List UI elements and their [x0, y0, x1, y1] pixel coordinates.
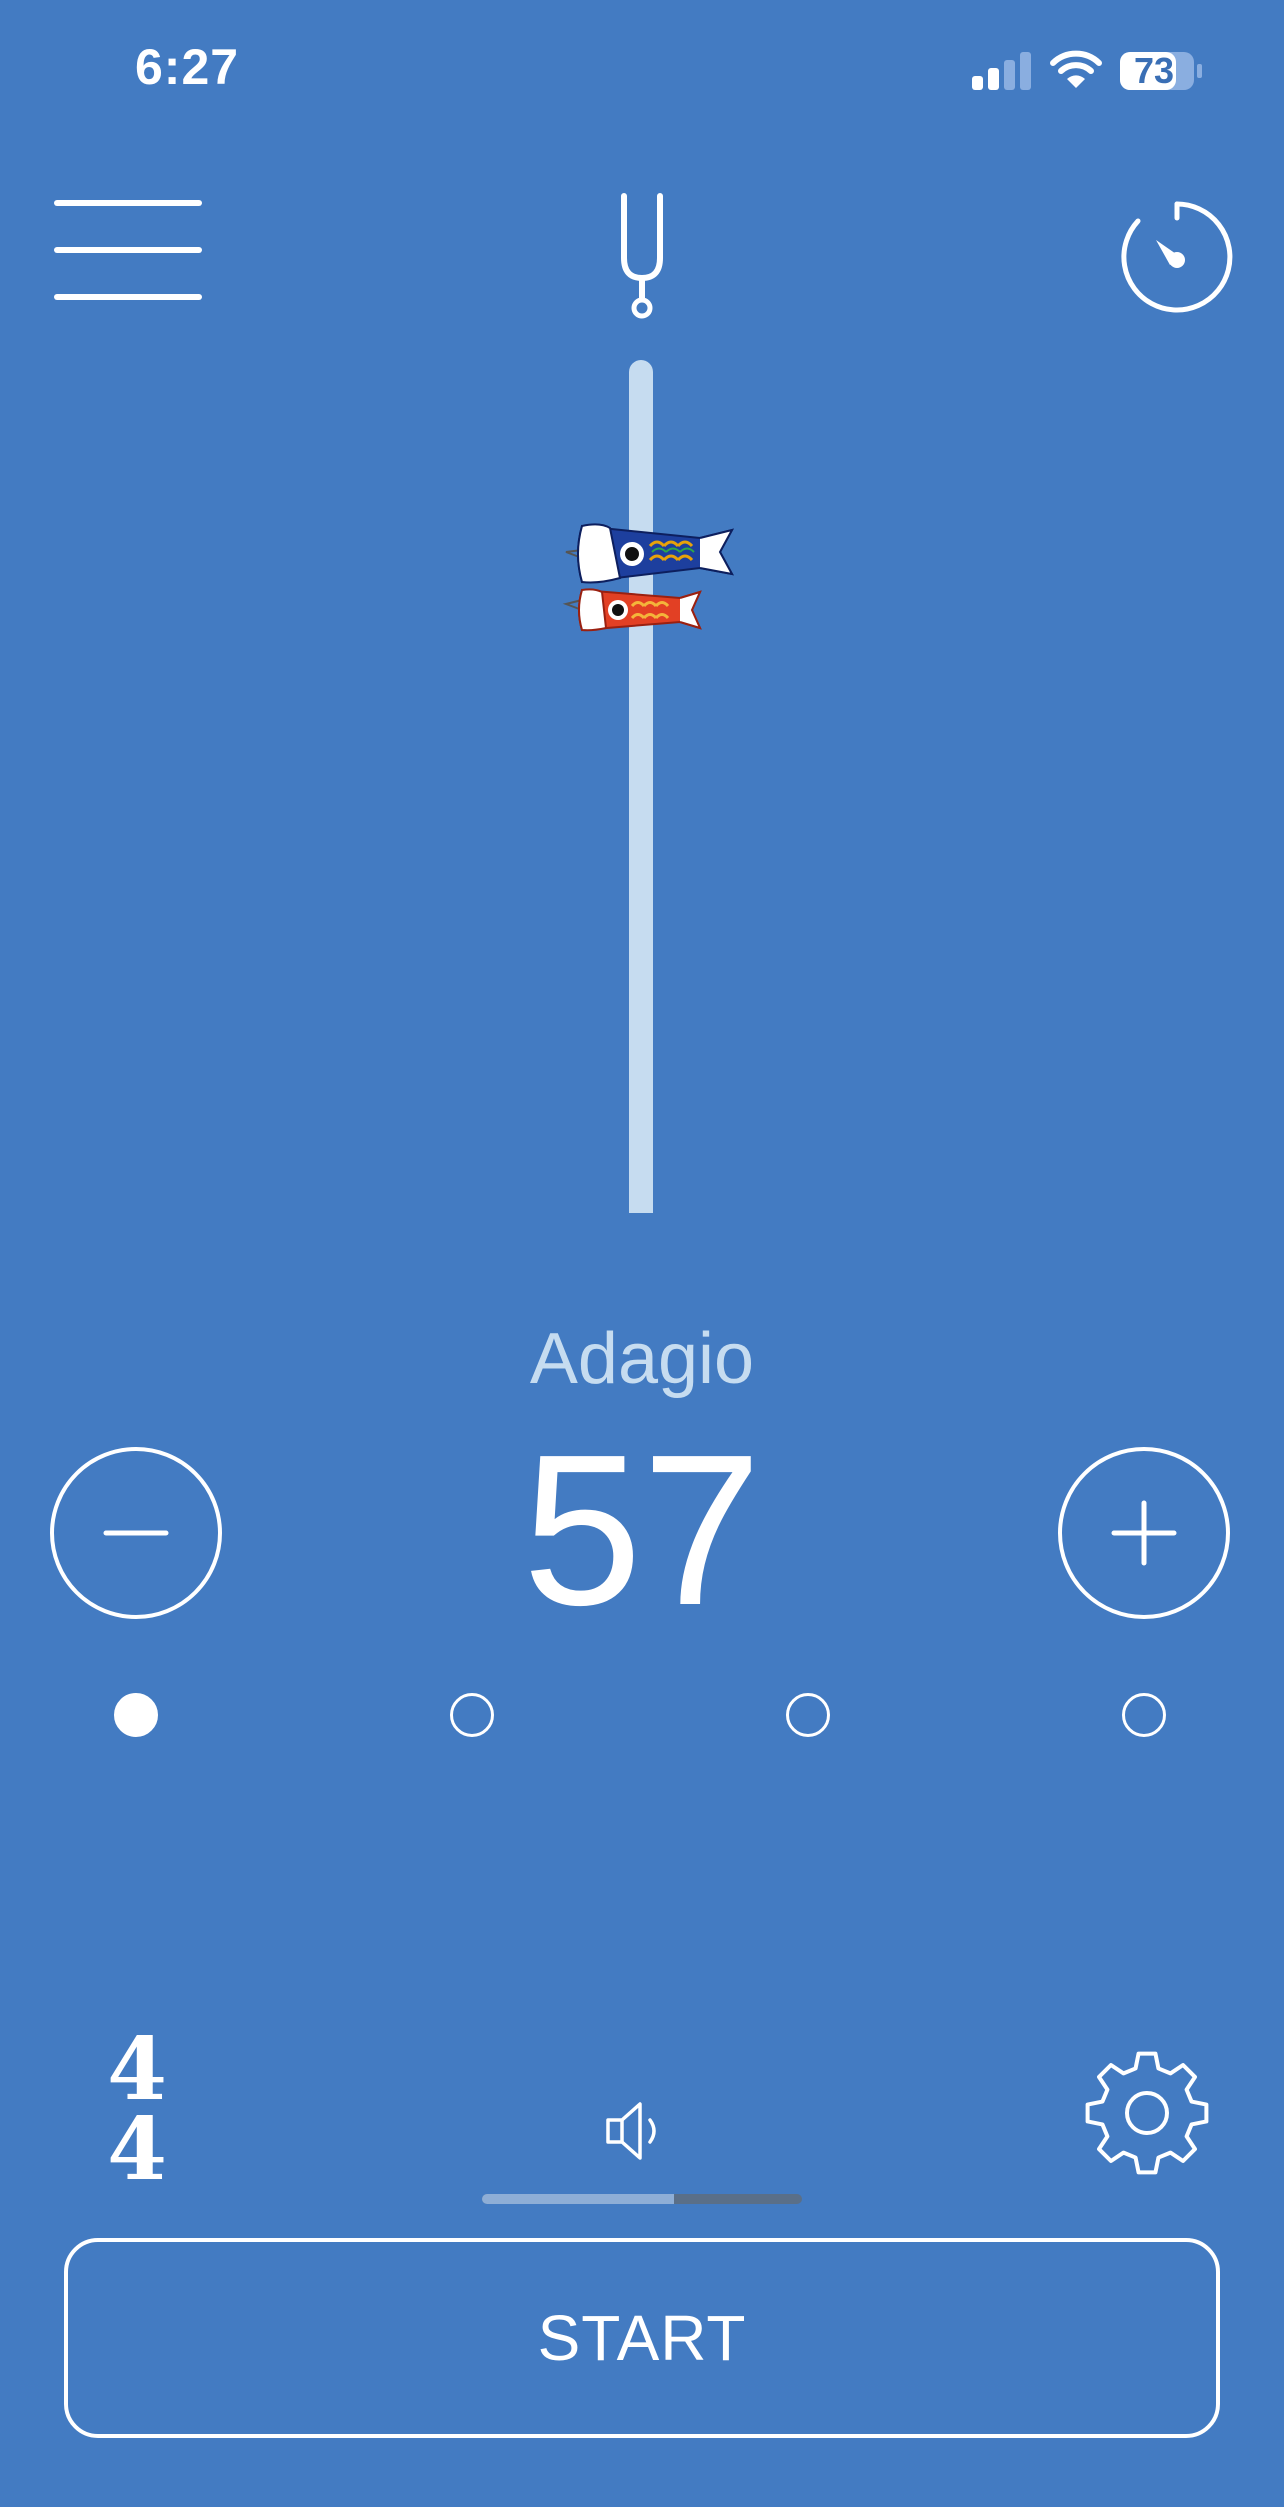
- status-time: 6:27: [135, 39, 240, 95]
- beat-dot-3[interactable]: [786, 1693, 830, 1737]
- signal-icon: [972, 52, 1031, 90]
- menu-icon-line: [54, 247, 202, 253]
- battery-percent: 73: [1133, 50, 1175, 91]
- bpm-value[interactable]: 57: [342, 1420, 942, 1640]
- beat-dot-1[interactable]: [114, 1693, 158, 1737]
- tempo-name: Adagio: [529, 1319, 755, 1399]
- beat-dot-2[interactable]: [450, 1693, 494, 1737]
- time-signature-denominator: 4: [107, 2099, 167, 2200]
- pendulum-track[interactable]: [629, 360, 653, 1213]
- tuning-fork-icon[interactable]: [616, 192, 668, 320]
- timer-icon[interactable]: [1118, 198, 1236, 316]
- start-button[interactable]: START: [64, 2238, 1220, 2438]
- menu-button[interactable]: [52, 200, 202, 304]
- battery-icon: 73: [1118, 48, 1204, 99]
- koinobori-icon[interactable]: [560, 518, 740, 643]
- menu-icon-line: [54, 294, 202, 300]
- beat-dot-4[interactable]: [1122, 1693, 1166, 1737]
- time-signature-button[interactable]: 4 4: [106, 2019, 168, 2200]
- wifi-icon: [1050, 50, 1102, 88]
- volume-slider[interactable]: [482, 2194, 802, 2204]
- time-signature-numerator: 4: [107, 2019, 167, 2120]
- speaker-icon[interactable]: [604, 2096, 674, 2166]
- decrease-tempo-button[interactable]: [50, 1447, 222, 1619]
- volume-slider-fill: [482, 2194, 674, 2204]
- gear-icon[interactable]: [1082, 2048, 1212, 2178]
- menu-icon-line: [54, 200, 202, 206]
- plus-icon: [1111, 1500, 1177, 1566]
- increase-tempo-button[interactable]: [1058, 1447, 1230, 1619]
- minus-icon: [103, 1530, 169, 1536]
